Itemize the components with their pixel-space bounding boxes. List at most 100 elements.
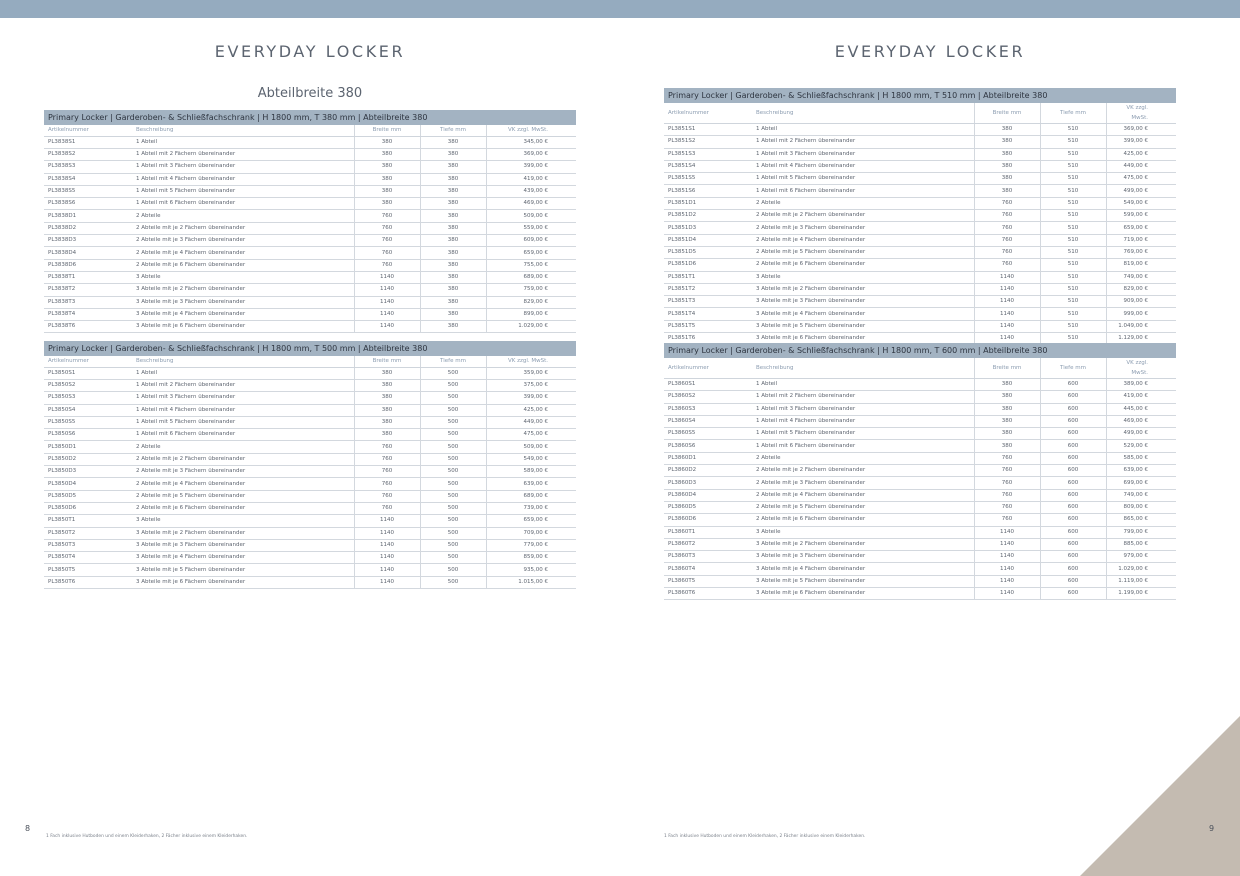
table-row: PL3860S1 1 Abteil 380 600 389,00 € [664, 378, 1176, 392]
article-number-cell: PL3851S1 [664, 123, 752, 137]
article-number-cell: PL3851T3 [664, 295, 752, 309]
depth-cell: 500 [419, 416, 486, 430]
table-row: PL3850T3 3 Abteile mit je 3 Fächern übere… [44, 539, 576, 553]
article-number-cell: PL3860T1 [664, 526, 752, 539]
depth-cell: 500 [419, 563, 486, 577]
width-cell: 380 [353, 379, 420, 393]
description-cell: 1 Abteil mit 4 Fächern übereinander [752, 160, 974, 174]
article-number-cell: PL3851D2 [664, 209, 752, 223]
width-cell: 380 [353, 416, 420, 430]
width-cell: 760 [973, 464, 1040, 478]
description-cell: 3 Abteile mit je 5 Fächern übereinander [132, 563, 354, 577]
price-cell: 909,00 € [1105, 295, 1176, 309]
depth-cell: 510 [1039, 221, 1106, 235]
description-cell: 2 Abteile mit je 4 Fächern übereinander [752, 234, 974, 247]
width-cell: 760 [353, 259, 420, 272]
depth-cell: 510 [1039, 258, 1106, 272]
left-page-number: 8 [25, 824, 31, 833]
description-cell: 1 Abteil [752, 123, 974, 137]
price-cell: 469,00 € [485, 197, 576, 211]
article-number-cell: PL3838T1 [44, 271, 132, 285]
price-cell: 739,00 € [485, 502, 576, 516]
width-cell: 380 [973, 378, 1040, 392]
description-cell: 2 Abteile mit je 3 Fächern übereinander [752, 221, 974, 235]
description-cell: 2 Abteile mit je 2 Fächern übereinander [132, 222, 354, 236]
article-number-cell: PL3851D6 [664, 258, 752, 272]
width-cell: 1140 [973, 320, 1040, 334]
price-cell: 589,00 € [485, 465, 576, 479]
depth-cell: 600 [1039, 501, 1106, 515]
table-row: PL3850T4 3 Abteile mit je 4 Fächern übere… [44, 551, 576, 565]
article-number-cell: PL3850S6 [44, 428, 132, 442]
description-cell: 3 Abteile mit je 3 Fächern übereinander [132, 296, 354, 309]
depth-cell: 500 [419, 391, 486, 405]
table-row: PL3860D6 2 Abteile mit je 6 Fächern übere… [664, 513, 1176, 527]
description-cell: 1 Abteil mit 5 Fächern übereinander [132, 416, 354, 430]
right-footnote: 1 Fach inklusive Hutboden und einem Klei… [664, 834, 866, 839]
width-cell: 1140 [353, 308, 420, 322]
depth-cell: 510 [1039, 209, 1106, 223]
table-row: PL3850D4 2 Abteile mit je 4 Fächern übere… [44, 477, 576, 491]
price-cell: 399,00 € [485, 160, 576, 174]
description-cell: 2 Abteile mit je 6 Fächern übereinander [132, 502, 354, 516]
description-cell: 3 Abteile mit je 3 Fächern übereinander [132, 539, 354, 553]
table-row: PL3850S2 1 Abteil mit 2 Fächern übereinan… [44, 379, 576, 393]
depth-cell: 380 [419, 185, 486, 199]
width-cell: 380 [973, 390, 1040, 404]
depth-cell: 600 [1039, 562, 1106, 576]
description-cell: 1 Abteil mit 4 Fächern übereinander [132, 404, 354, 417]
article-number-cell: PL3851D1 [664, 197, 752, 211]
description-cell: 1 Abteil mit 4 Fächern übereinander [752, 415, 974, 429]
table-header-row: Artikelnummer Beschreibung Breite mm Tiefe … [44, 125, 576, 137]
table-row: PL3860T3 3 Abteile mit je 3 Fächern übere… [664, 550, 1176, 564]
column-header: Tiefe mm [1039, 103, 1106, 124]
depth-cell: 500 [419, 379, 486, 393]
table-row: PL3838S4 1 Abteil mit 4 Fächern übereinan… [44, 173, 576, 186]
price-cell: 585,00 € [1105, 452, 1176, 466]
width-cell: 1140 [973, 526, 1040, 539]
width-cell: 380 [353, 391, 420, 405]
table-row: PL3850S5 1 Abteil mit 5 Fächern übereinan… [44, 416, 576, 430]
price-cell: 999,00 € [1105, 307, 1176, 321]
width-cell: 380 [973, 415, 1040, 429]
width-cell: 760 [353, 246, 420, 260]
article-number-cell: PL3851S2 [664, 135, 752, 149]
table-row: PL3838D1 2 Abteile 760 380 509,00 € [44, 209, 576, 223]
price-cell: 1.029,00 € [1105, 562, 1176, 576]
depth-cell: 380 [419, 308, 486, 322]
width-cell: 760 [973, 197, 1040, 211]
depth-cell: 500 [419, 367, 486, 380]
price-cell: 369,00 € [485, 148, 576, 162]
article-number-cell: PL3851D4 [664, 234, 752, 247]
description-cell: 1 Abteil mit 6 Fächern übereinander [132, 197, 354, 211]
depth-cell: 380 [419, 271, 486, 285]
depth-cell: 600 [1039, 427, 1106, 441]
width-cell: 760 [973, 258, 1040, 272]
price-cell: 709,00 € [485, 527, 576, 540]
price-cell: 469,00 € [1105, 415, 1176, 429]
article-number-cell: PL3851S5 [664, 172, 752, 186]
price-cell: 865,00 € [1105, 513, 1176, 527]
table-header-row: Artikelnummer Beschreibung Breite mm Tiefe … [664, 358, 1176, 379]
depth-cell: 500 [419, 428, 486, 442]
price-cell: 1.029,00 € [485, 320, 576, 334]
article-number-cell: PL3850D6 [44, 502, 132, 516]
description-cell: 3 Abteile [752, 271, 974, 284]
table-row: PL3838T1 3 Abteile 1140 380 689,00 € [44, 271, 576, 285]
column-header: VK zzgl. MwSt. [1105, 103, 1176, 124]
price-cell: 689,00 € [485, 271, 576, 285]
article-number-cell: PL3850D5 [44, 490, 132, 503]
price-cell: 799,00 € [1105, 526, 1176, 539]
width-cell: 380 [973, 148, 1040, 161]
description-cell: 2 Abteile [132, 440, 354, 454]
description-cell: 1 Abteil mit 6 Fächern übereinander [752, 439, 974, 453]
description-cell: 2 Abteile mit je 4 Fächern übereinander [132, 477, 354, 491]
width-cell: 380 [353, 173, 420, 186]
article-number-cell: PL3850D1 [44, 440, 132, 454]
price-cell: 399,00 € [485, 391, 576, 405]
width-cell: 380 [353, 428, 420, 442]
depth-cell: 600 [1039, 526, 1106, 539]
price-table-t500: Primary Locker | Garderoben- & Schließfa… [44, 341, 576, 590]
table-row: PL3838D2 2 Abteile mit je 2 Fächern übere… [44, 222, 576, 236]
description-cell: 3 Abteile mit je 4 Fächern übereinander [132, 551, 354, 565]
